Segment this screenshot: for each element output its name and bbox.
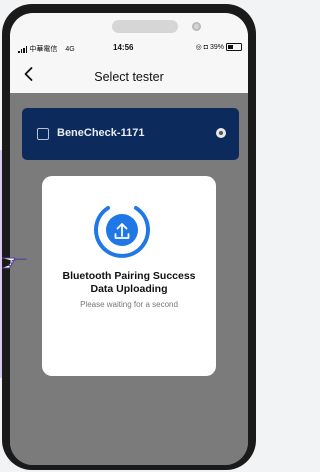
device-checkbox[interactable] xyxy=(37,128,49,140)
dialog-subtitle: Please waiting for a second xyxy=(80,300,178,309)
alarm-icon: ◎ xyxy=(195,44,202,51)
camera-notch xyxy=(112,20,178,33)
status-right: ◎ ◘ 39% xyxy=(196,43,242,51)
battery-percent: 39% xyxy=(209,43,224,51)
carrier-name: 中華電信 xyxy=(29,46,58,53)
network-type: 4G xyxy=(65,45,75,53)
pointing-hand-icon xyxy=(2,257,27,269)
phone-frame: 中華電信 4G 14:56 ◎ ◘ 39% Select tester Bene… xyxy=(2,4,256,470)
nav-bar: Select tester xyxy=(10,57,248,94)
status-time: 14:56 xyxy=(113,43,134,52)
lock-rotation-icon: ◘ xyxy=(203,43,208,51)
carrier-info: 中華電信 4G xyxy=(18,44,75,54)
dialog-title: Bluetooth Pairing Success Data Uploading xyxy=(42,270,216,295)
page-title: Select tester xyxy=(94,70,164,84)
device-name: BeneCheck-1171 xyxy=(57,127,145,139)
upload-progress-icon xyxy=(94,206,150,258)
device-radio-button[interactable] xyxy=(216,128,226,138)
dialog-title-line2: Data Uploading xyxy=(90,282,168,295)
upload-dialog: Bluetooth Pairing Success Data Uploading… xyxy=(42,176,216,376)
battery-icon xyxy=(226,43,242,51)
dialog-title-line1: Bluetooth Pairing Success xyxy=(62,270,196,282)
device-item[interactable]: BeneCheck-1171 xyxy=(22,108,239,160)
front-camera xyxy=(192,22,201,31)
signal-icon xyxy=(18,45,28,53)
